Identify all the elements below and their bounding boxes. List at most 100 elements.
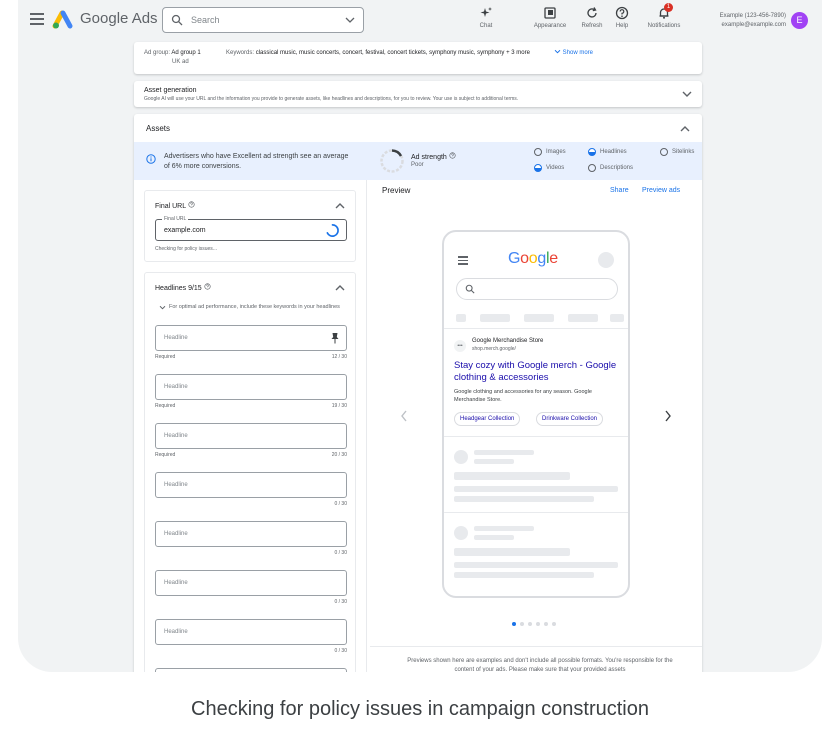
chevron-right-icon[interactable] (664, 410, 672, 422)
option-videos: Videos (534, 164, 564, 172)
placeholder-bar (524, 314, 554, 322)
empty-circle-icon (660, 148, 668, 156)
help-icon[interactable] (204, 283, 211, 290)
option-sitelinks: Sitelinks (660, 148, 694, 156)
final-url-card: Final URL Final URL example.com Checking… (144, 190, 356, 262)
headline-placeholder: Headline (164, 580, 188, 586)
headline-input-8[interactable] (155, 668, 347, 672)
caption: Checking for policy issues in campaign c… (191, 698, 649, 720)
info-icon (146, 154, 156, 164)
avatar[interactable]: E (791, 12, 808, 29)
chat-button[interactable]: Chat (472, 6, 500, 29)
menu-icon[interactable] (30, 13, 44, 25)
required-label: Required (155, 403, 176, 409)
google-ads-logo-icon (52, 10, 73, 29)
headline-input-7[interactable]: Headline (155, 619, 347, 645)
search-placeholder: Search (191, 15, 220, 25)
headline-placeholder: Headline (164, 482, 188, 488)
half-filled-circle-icon (588, 148, 596, 156)
account-info[interactable]: Example (123-456-7890) example@example.c… (704, 12, 786, 30)
phone-preview: Google ••• Google Merchandise Store shop… (442, 230, 630, 598)
assets-title: Assets (146, 124, 171, 133)
ad-strength-ring-icon (380, 149, 404, 173)
chevron-down-icon (345, 17, 355, 23)
carousel-dot[interactable] (544, 622, 548, 626)
phone-search-bar (456, 278, 618, 300)
headline-placeholder: Headline (164, 335, 188, 341)
chevron-up-icon[interactable] (335, 284, 345, 292)
option-videos-label: Videos (546, 165, 565, 171)
preview-title: Preview (382, 186, 411, 195)
headlines-card: Headlines 9/15 For optimal ad performanc… (144, 272, 356, 672)
carousel-dot-active[interactable] (512, 622, 516, 626)
appearance-button[interactable]: Appearance (528, 6, 572, 29)
carousel-dot[interactable] (520, 622, 524, 626)
headline-placeholder: Headline (164, 629, 188, 635)
placeholder-bar (610, 314, 624, 322)
help-icon[interactable] (449, 152, 456, 159)
show-more-link[interactable]: Show more (554, 49, 593, 56)
final-url-input[interactable]: Final URL example.com (155, 216, 347, 241)
notifications-button[interactable]: 1 Notifications (640, 3, 688, 29)
headline-meta-3: Required 20 / 30 (155, 452, 347, 458)
char-count: 12 / 30 (331, 354, 347, 360)
share-link[interactable]: Share (610, 187, 629, 194)
headline-input-3[interactable]: Headline (155, 423, 347, 449)
headline-meta-1: Required 12 / 30 (155, 354, 347, 360)
refresh-button[interactable]: Refresh (578, 6, 606, 29)
placeholder-bar (454, 548, 570, 556)
keyword-hint: For optimal ad performance, include thes… (169, 304, 340, 310)
ad-group-panel: Ad group: Ad group 1 UK ad Keywords: cla… (134, 42, 702, 74)
search-icon (171, 14, 183, 26)
placeholder-bar (454, 572, 594, 578)
placeholder-bar (474, 450, 534, 455)
asset-generation-title: Asset generation (144, 87, 197, 94)
policy-check-status: Checking for policy issues... (155, 246, 217, 252)
headline-input-1[interactable]: Headline (155, 325, 347, 351)
account-email: example@example.com (721, 22, 786, 28)
headlines-title-text: Headlines 9/15 (155, 285, 202, 292)
screenshot-frame: Google Ads Search Chat Appearance Refres… (18, 0, 822, 672)
headline-input-4[interactable]: Headline (155, 472, 347, 498)
char-count: 0 / 30 (334, 648, 347, 654)
ad-group-name[interactable]: Ad group 1 (171, 50, 200, 56)
headline-input-6[interactable]: Headline (155, 570, 347, 596)
required-label: Required (155, 452, 176, 458)
placeholder-bar (454, 472, 570, 480)
placeholder-bar (480, 314, 510, 322)
headline-placeholder: Headline (164, 531, 188, 537)
ad-group-sub: UK ad (172, 59, 189, 65)
asset-generation-panel[interactable]: Asset generation Google AI will use your… (134, 81, 702, 107)
preview-ads-link[interactable]: Preview ads (642, 187, 680, 194)
search-bar[interactable]: Search (162, 7, 364, 33)
help-button[interactable]: Help (612, 6, 632, 29)
avatar (598, 252, 614, 268)
account-name: Example (123-456-7890) (719, 13, 786, 19)
headline-placeholder: Headline (164, 433, 188, 439)
help-icon[interactable] (188, 201, 195, 208)
carousel-dot[interactable] (552, 622, 556, 626)
carousel-dot[interactable] (536, 622, 540, 626)
chevron-up-icon[interactable] (335, 202, 345, 210)
empty-circle-icon (534, 148, 542, 156)
show-more-label: Show more (562, 50, 594, 56)
keywords-list: classical music, music concerts, concert… (255, 50, 530, 56)
placeholder-bar (568, 314, 598, 322)
google-logo: Google (508, 250, 558, 268)
chevron-up-icon[interactable] (680, 125, 690, 133)
headline-input-2[interactable]: Headline (155, 374, 347, 400)
loading-spinner-icon (326, 224, 339, 237)
chevron-down-icon[interactable] (159, 305, 166, 310)
ad-strength-title: Ad strength (411, 152, 456, 161)
chat-label: Chat (479, 23, 493, 29)
placeholder-bar (474, 535, 514, 540)
pin-icon[interactable] (330, 332, 340, 344)
chevron-left-icon[interactable] (400, 410, 408, 422)
carousel-dot[interactable] (528, 622, 532, 626)
final-url-field-label: Final URL (162, 216, 189, 222)
chevron-down-icon[interactable] (682, 90, 692, 98)
headline-input-5[interactable]: Headline (155, 521, 347, 547)
option-headlines: Headlines (588, 148, 627, 156)
placeholder-bar (456, 314, 466, 322)
placeholder-bar (454, 486, 618, 492)
